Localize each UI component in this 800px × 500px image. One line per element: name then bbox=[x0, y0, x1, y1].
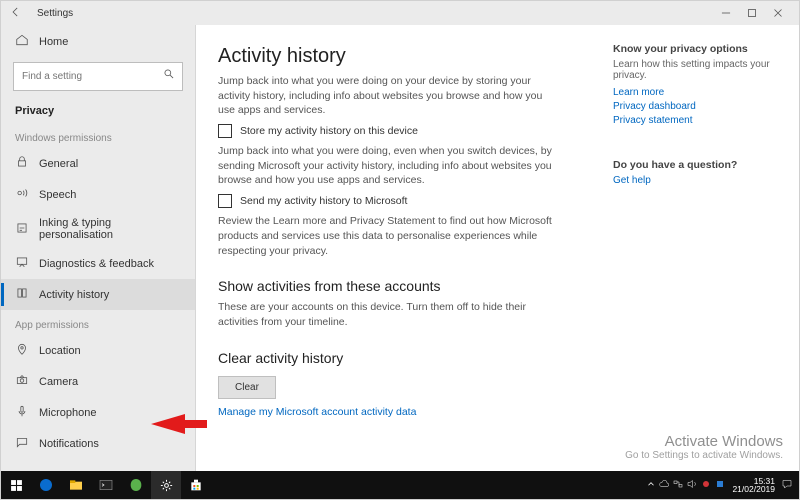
sidebar-home[interactable]: Home bbox=[1, 25, 195, 58]
tray-clock[interactable]: 15:31 21/02/2019 bbox=[728, 477, 779, 494]
checkbox-send-history[interactable]: Send my activity history to Microsoft bbox=[218, 194, 577, 208]
sidebar-item-camera[interactable]: Camera bbox=[1, 366, 195, 397]
checkbox-store-history[interactable]: Store my activity history on this device bbox=[218, 124, 577, 138]
sidebar-item-microphone[interactable]: Microphone bbox=[1, 397, 195, 428]
aside-link-privacy-statement[interactable]: Privacy statement bbox=[613, 115, 785, 126]
taskbar[interactable]: 15:31 21/02/2019 bbox=[1, 471, 799, 499]
checkbox-icon bbox=[218, 124, 232, 138]
page-description-1: Jump back into what you were doing on yo… bbox=[218, 74, 558, 118]
location-icon bbox=[15, 342, 29, 359]
tray-date: 21/02/2019 bbox=[732, 485, 775, 494]
sidebar-item-notifications[interactable]: Notifications bbox=[1, 428, 195, 459]
start-button[interactable] bbox=[1, 471, 31, 499]
aside-pane: Know your privacy options Learn how this… bbox=[599, 25, 799, 471]
tray-chevron-icon[interactable] bbox=[646, 479, 656, 492]
section-clear-title: Clear activity history bbox=[218, 350, 577, 366]
page-description-3: Review the Learn more and Privacy Statem… bbox=[218, 214, 558, 258]
aside-question-title: Do you have a question? bbox=[613, 159, 785, 171]
taskbar-edge[interactable] bbox=[31, 471, 61, 499]
sidebar-home-label: Home bbox=[39, 36, 68, 48]
search-input[interactable] bbox=[13, 62, 183, 91]
aside-link-privacy-dashboard[interactable]: Privacy dashboard bbox=[613, 101, 785, 112]
system-tray[interactable]: 15:31 21/02/2019 bbox=[646, 477, 799, 494]
tray-icon-1[interactable] bbox=[700, 478, 712, 493]
sidebar-item-label: General bbox=[39, 158, 78, 170]
page-title: Activity history bbox=[218, 45, 577, 68]
lock-icon bbox=[15, 155, 29, 172]
sidebar-item-speech[interactable]: Speech bbox=[1, 179, 195, 210]
section-accounts-title: Show activities from these accounts bbox=[218, 278, 577, 294]
aside-title: Know your privacy options bbox=[613, 43, 785, 55]
maximize-button[interactable] bbox=[739, 1, 765, 25]
taskbar-app-1[interactable] bbox=[121, 471, 151, 499]
sidebar-item-label: Microphone bbox=[39, 407, 96, 419]
microphone-icon bbox=[15, 404, 29, 421]
checkbox-label: Send my activity history to Microsoft bbox=[240, 195, 407, 207]
manage-account-link[interactable]: Manage my Microsoft account activity dat… bbox=[218, 406, 416, 418]
taskbar-store[interactable] bbox=[181, 471, 211, 499]
back-icon[interactable] bbox=[9, 5, 27, 22]
taskbar-explorer[interactable] bbox=[61, 471, 91, 499]
sidebar-item-diagnostics[interactable]: Diagnostics & feedback bbox=[1, 248, 195, 279]
sidebar-item-activity-history[interactable]: Activity history bbox=[1, 279, 195, 310]
camera-icon bbox=[15, 373, 29, 390]
home-icon bbox=[15, 33, 29, 50]
tray-cloud-icon[interactable] bbox=[658, 478, 670, 493]
sidebar-section-windows: Windows permissions bbox=[1, 123, 195, 148]
sidebar-item-label: Speech bbox=[39, 189, 76, 201]
activation-watermark: Activate Windows Go to Settings to activ… bbox=[625, 433, 783, 461]
sidebar-item-label: Location bbox=[39, 345, 81, 357]
sidebar-item-label: Activity history bbox=[39, 289, 109, 301]
window-title: Settings bbox=[37, 8, 73, 19]
page-description-2: Jump back into what you were doing, even… bbox=[218, 144, 558, 188]
action-center-icon[interactable] bbox=[781, 478, 793, 493]
sidebar-item-location[interactable]: Location bbox=[1, 335, 195, 366]
tray-network-icon[interactable] bbox=[672, 478, 684, 493]
main-pane: Activity history Jump back into what you… bbox=[196, 25, 599, 471]
checkbox-label: Store my activity history on this device bbox=[240, 125, 418, 137]
watermark-line1: Activate Windows bbox=[625, 433, 783, 450]
search-field[interactable] bbox=[20, 70, 162, 83]
sidebar-section-app: App permissions bbox=[1, 310, 195, 335]
sidebar-category: Privacy bbox=[1, 99, 195, 123]
taskbar-settings[interactable] bbox=[151, 471, 181, 499]
clear-button[interactable]: Clear bbox=[218, 376, 276, 399]
sidebar-item-inking[interactable]: Inking & typing personalisation bbox=[1, 210, 195, 248]
sidebar-item-label: Diagnostics & feedback bbox=[39, 258, 154, 270]
aside-subtitle: Learn how this setting impacts your priv… bbox=[613, 59, 785, 81]
sidebar-item-general[interactable]: General bbox=[1, 148, 195, 179]
section-accounts-desc: These are your accounts on this device. … bbox=[218, 300, 558, 329]
notifications-icon bbox=[15, 435, 29, 452]
aside-link-learn-more[interactable]: Learn more bbox=[613, 87, 785, 98]
sidebar: Home Privacy Windows permissions General… bbox=[1, 25, 196, 471]
tray-icon-2[interactable] bbox=[714, 478, 726, 493]
checkbox-icon bbox=[218, 194, 232, 208]
aside-link-get-help[interactable]: Get help bbox=[613, 175, 785, 186]
inking-icon bbox=[15, 221, 29, 238]
sidebar-item-label: Inking & typing personalisation bbox=[39, 217, 181, 241]
history-icon bbox=[15, 286, 29, 303]
sidebar-item-label: Camera bbox=[39, 376, 78, 388]
search-icon bbox=[162, 67, 176, 86]
titlebar: Settings bbox=[1, 1, 799, 25]
feedback-icon bbox=[15, 255, 29, 272]
tray-volume-icon[interactable] bbox=[686, 478, 698, 493]
sidebar-item-label: Notifications bbox=[39, 438, 99, 450]
speech-icon bbox=[15, 186, 29, 203]
taskbar-terminal[interactable] bbox=[91, 471, 121, 499]
close-button[interactable] bbox=[765, 1, 791, 25]
minimize-button[interactable] bbox=[713, 1, 739, 25]
watermark-line2: Go to Settings to activate Windows. bbox=[625, 450, 783, 461]
